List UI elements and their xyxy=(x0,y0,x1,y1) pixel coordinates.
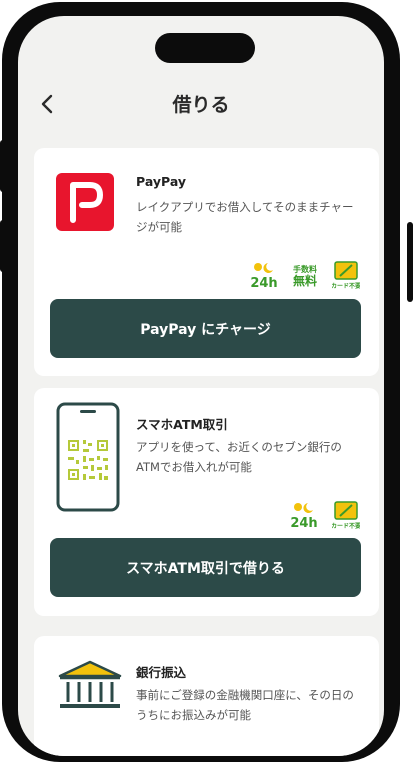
card-description: 事前にご登録の金融機関口座に、その日のうちにお振込みが可能 xyxy=(136,688,354,722)
smartphone-atm-card: スマホATM取引 アプリを使って、お近くのセブン銀行のATMでお借入れが可能 2… xyxy=(34,388,379,616)
paypay-charge-button[interactable]: PayPay にチャージ xyxy=(50,299,361,358)
24h-badge-icon: 24h xyxy=(250,263,278,290)
badge-label: 24h xyxy=(250,276,277,290)
svg-text:カード不要: カード不要 xyxy=(332,282,360,290)
header: 借りる xyxy=(18,76,384,132)
camera-notch xyxy=(155,33,255,63)
badge-label: 24h xyxy=(290,516,317,530)
phone-frame: 借りる PayPay レイクアプリでお借入してそのままチャージが可能 24h 手… xyxy=(0,0,413,762)
bank-transfer-card: 銀行振込 事前にご登録の金融機関口座に、その日のうちにお振込みが可能 xyxy=(34,636,379,756)
side-button xyxy=(407,222,413,302)
no-card-badge-icon: カード不要 xyxy=(332,261,360,290)
svg-text:手数料: 手数料 xyxy=(293,264,317,274)
card-description: レイクアプリでお借入してそのままチャージが可能 xyxy=(136,200,354,234)
paypay-card: PayPay レイクアプリでお借入してそのままチャージが可能 24h 手数料 無… xyxy=(34,148,379,376)
paypay-logo-icon xyxy=(56,173,114,231)
app-screen: 借りる PayPay レイクアプリでお借入してそのままチャージが可能 24h 手… xyxy=(18,16,384,756)
smartphone-atm-borrow-button[interactable]: スマホATM取引で借りる xyxy=(50,538,361,597)
no-fee-badge-icon: 手数料 無料 xyxy=(293,264,317,288)
no-card-badge-icon: カード不要 xyxy=(332,501,360,530)
card-title: PayPay xyxy=(136,174,187,189)
card-title: スマホATM取引 xyxy=(136,417,228,432)
svg-text:無料: 無料 xyxy=(293,273,317,288)
svg-text:カード不要: カード不要 xyxy=(332,522,360,530)
24h-badge-icon: 24h xyxy=(290,503,318,530)
card-description: アプリを使って、お近くのセブン銀行のATMでお借入れが可能 xyxy=(136,440,342,474)
card-title: 銀行振込 xyxy=(136,665,187,680)
bank-building-icon xyxy=(58,660,122,708)
smartphone-qr-icon xyxy=(56,402,120,512)
page-title: 借りる xyxy=(172,94,230,116)
